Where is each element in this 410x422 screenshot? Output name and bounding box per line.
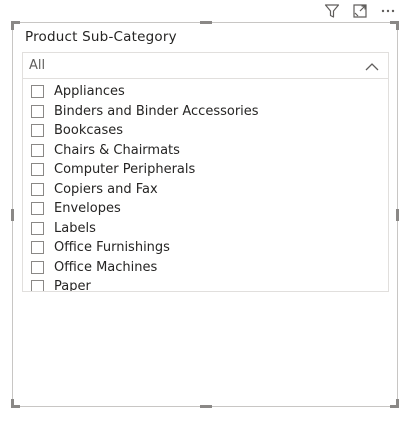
- list-item[interactable]: Office Machines: [23, 258, 388, 278]
- item-checkbox[interactable]: [31, 124, 44, 138]
- list-item[interactable]: Paper: [23, 277, 388, 292]
- resize-handle-right[interactable]: [396, 209, 399, 221]
- slicer-visual[interactable]: Product Sub-Category All Appliances Bind…: [11, 21, 399, 408]
- item-label: Bookcases: [54, 123, 124, 139]
- item-checkbox[interactable]: [31, 202, 44, 216]
- item-label: Binders and Binder Accessories: [54, 103, 259, 119]
- list-item[interactable]: Appliances: [23, 82, 388, 102]
- item-label: Paper: [54, 279, 91, 292]
- list-item[interactable]: Bookcases: [23, 121, 388, 141]
- list-item[interactable]: Computer Peripherals: [23, 160, 388, 180]
- slicer-item-list[interactable]: Appliances Binders and Binder Accessorie…: [22, 79, 389, 292]
- item-label: Appliances: [54, 84, 125, 100]
- item-label: Copiers and Fax: [54, 181, 158, 197]
- resize-handle-top-right[interactable]: [390, 21, 399, 30]
- resize-handle-top-left[interactable]: [11, 21, 20, 30]
- item-checkbox[interactable]: [31, 182, 44, 196]
- chevron-up-icon[interactable]: [364, 59, 380, 73]
- resize-handle-bottom-left[interactable]: [11, 399, 20, 408]
- slicer-dropdown[interactable]: All: [22, 52, 389, 79]
- resize-handle-bottom[interactable]: [200, 405, 212, 408]
- dropdown-selected-value: All: [29, 58, 46, 73]
- list-item[interactable]: Copiers and Fax: [23, 180, 388, 200]
- item-label: Computer Peripherals: [54, 162, 196, 178]
- item-checkbox[interactable]: [31, 85, 44, 99]
- resize-handle-top[interactable]: [200, 21, 212, 24]
- item-label: Office Machines: [54, 259, 158, 275]
- item-label: Labels: [54, 220, 96, 236]
- filter-icon[interactable]: [322, 2, 342, 20]
- list-item[interactable]: Envelopes: [23, 199, 388, 219]
- item-label: Envelopes: [54, 201, 121, 217]
- item-checkbox[interactable]: [31, 260, 44, 274]
- resize-handle-left[interactable]: [11, 209, 14, 221]
- list-item[interactable]: Binders and Binder Accessories: [23, 102, 388, 122]
- list-item[interactable]: Chairs & Chairmats: [23, 141, 388, 161]
- item-checkbox[interactable]: [31, 163, 44, 177]
- item-checkbox[interactable]: [31, 280, 44, 291]
- list-item[interactable]: Labels: [23, 219, 388, 239]
- visual-header-toolbar: [322, 2, 398, 20]
- item-checkbox[interactable]: [31, 104, 44, 118]
- item-label: Office Furnishings: [54, 240, 170, 256]
- focus-mode-icon[interactable]: [350, 2, 370, 20]
- item-label: Chairs & Chairmats: [54, 142, 180, 158]
- item-checkbox[interactable]: [31, 221, 44, 235]
- slicer-title: Product Sub-Category: [25, 29, 177, 45]
- list-item[interactable]: Office Furnishings: [23, 238, 388, 258]
- resize-handle-bottom-right[interactable]: [390, 399, 399, 408]
- more-options-icon[interactable]: [378, 2, 398, 20]
- item-checkbox[interactable]: [31, 143, 44, 157]
- item-checkbox[interactable]: [31, 241, 44, 255]
